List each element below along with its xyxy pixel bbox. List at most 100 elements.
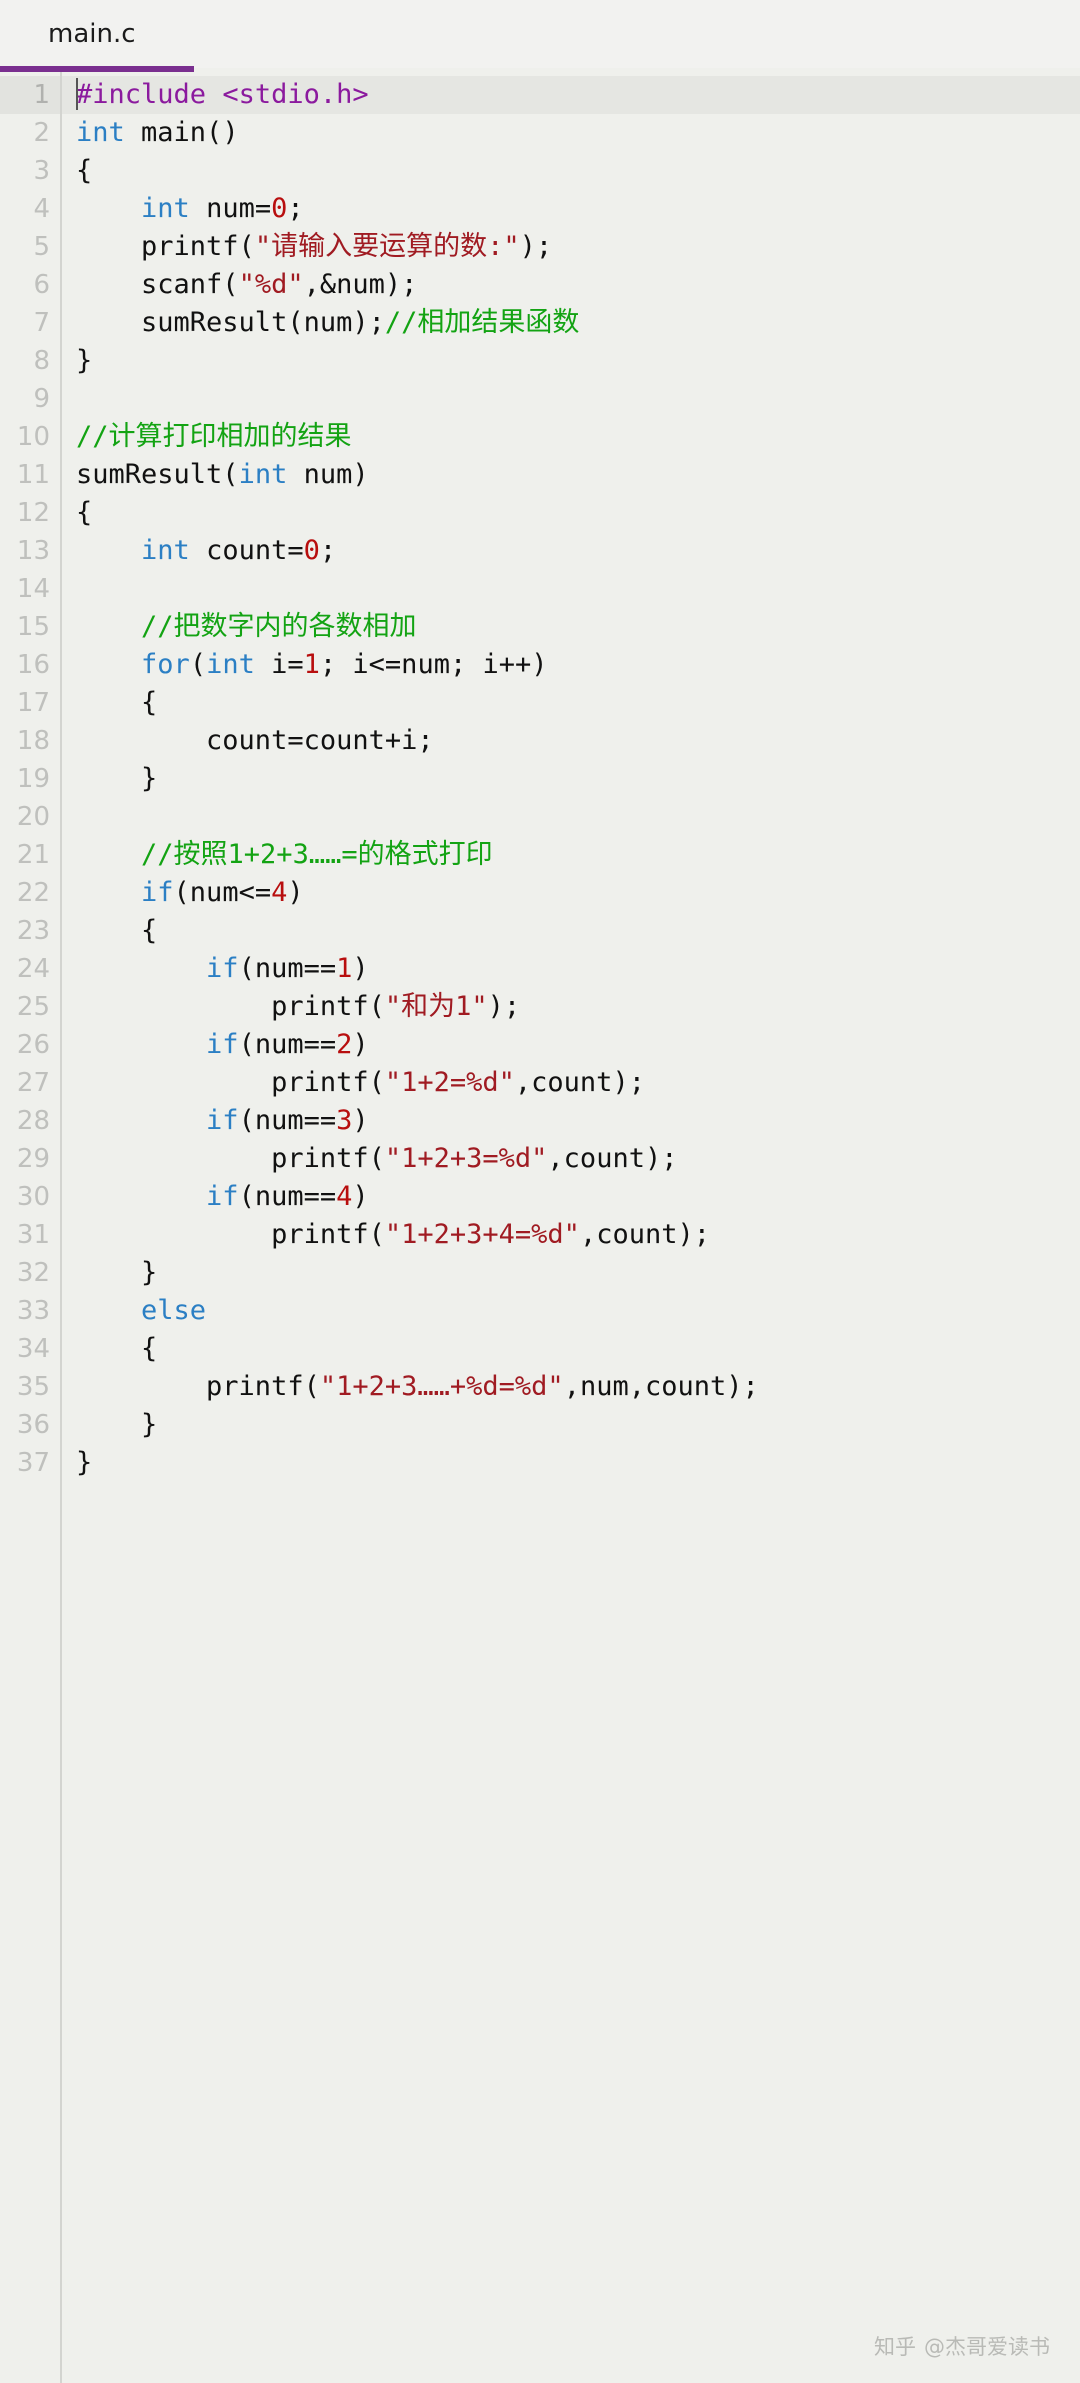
code-token: }: [76, 345, 93, 376]
line-number: 6: [33, 270, 50, 300]
code-token: (: [189, 649, 207, 680]
code-token: 0: [303, 535, 320, 566]
code-token: sumResult(num);: [76, 307, 385, 338]
code-token: );: [487, 991, 521, 1022]
code-line[interactable]: {: [76, 494, 1080, 532]
watermark: 知乎 @杰哥爱读书: [874, 2331, 1050, 2361]
code-line[interactable]: int num=0;: [76, 190, 1080, 228]
code-token: count=count+i;: [76, 725, 434, 756]
code-token: 2: [336, 1029, 353, 1060]
tab-label: main.c: [48, 19, 136, 49]
tab-bar-left-pad: [0, 0, 30, 68]
code-line[interactable]: //按照1+2+3……=的格式打印: [76, 836, 1080, 874]
line-number: 8: [33, 346, 50, 376]
code-line[interactable]: [76, 570, 1080, 608]
tab-main-c[interactable]: main.c: [30, 0, 162, 68]
line-number: 27: [16, 1068, 50, 1098]
code-token: ): [352, 1029, 369, 1060]
line-number: 32: [16, 1258, 50, 1288]
code-line[interactable]: //计算打印相加的结果: [76, 418, 1080, 456]
code-token: count=: [189, 535, 304, 566]
code-line[interactable]: if(num==1): [76, 950, 1080, 988]
code-token: <stdio.h>: [222, 79, 369, 110]
code-token: 1: [303, 649, 320, 680]
code-line[interactable]: printf("1+2+3+4=%d",count);: [76, 1216, 1080, 1254]
code-token: {: [76, 915, 158, 946]
code-token: 4: [336, 1181, 353, 1212]
code-token: ,num,count);: [563, 1371, 759, 1402]
code-token: printf(: [76, 1143, 385, 1174]
code-line[interactable]: int main(): [76, 114, 1080, 152]
code-token: 0: [271, 193, 288, 224]
line-number: 4: [33, 194, 50, 224]
code-line[interactable]: if(num==3): [76, 1102, 1080, 1140]
code-line[interactable]: if(num==4): [76, 1178, 1080, 1216]
code-token: }: [76, 1447, 93, 1478]
line-number: 10: [16, 422, 50, 452]
code-token: int: [76, 117, 125, 148]
code-editor[interactable]: 1 2 3 4 5 6 7 8 9 10 11 12 13 14 15 16 17 18 19 20 21 22 23 24 2…: [0, 72, 1080, 2383]
line-number: 31: [16, 1220, 50, 1250]
code-token: num=: [189, 193, 272, 224]
line-number: 15: [16, 612, 50, 642]
code-area[interactable]: #include <stdio.h> int main(){ int num=0;…: [62, 72, 1080, 2383]
code-token: ,&num);: [303, 269, 418, 300]
code-line[interactable]: //把数字内的各数相加: [76, 608, 1080, 646]
code-line[interactable]: [76, 798, 1080, 836]
code-line[interactable]: sumResult(int num): [76, 456, 1080, 494]
code-line[interactable]: scanf("%d",&num);: [76, 266, 1080, 304]
code-line[interactable]: {: [76, 152, 1080, 190]
code-line[interactable]: count=count+i;: [76, 722, 1080, 760]
code-token: if: [206, 1029, 239, 1060]
code-line[interactable]: }: [76, 342, 1080, 380]
code-token: printf(: [76, 231, 255, 262]
line-number: 9: [33, 384, 50, 414]
line-number: 20: [16, 802, 50, 832]
code-line[interactable]: printf("请输入要运算的数:");: [76, 228, 1080, 266]
line-number: 25: [16, 992, 50, 1022]
code-line[interactable]: }: [76, 760, 1080, 798]
tab-bar: main.c: [0, 0, 1080, 72]
code-token: if: [206, 953, 239, 984]
code-line[interactable]: }: [76, 1254, 1080, 1292]
code-token: }: [76, 763, 158, 794]
code-line[interactable]: {: [76, 684, 1080, 722]
code-token: #include: [76, 79, 223, 110]
code-line[interactable]: }: [76, 1406, 1080, 1444]
line-number: 14: [16, 574, 50, 604]
code-token: //计算打印相加的结果: [76, 421, 352, 452]
code-token: );: [519, 231, 553, 262]
code-line[interactable]: printf("1+2=%d",count);: [76, 1064, 1080, 1102]
code-token: printf(: [76, 1219, 385, 1250]
code-line[interactable]: {: [76, 912, 1080, 950]
code-token: printf(: [76, 991, 385, 1022]
line-number: 30: [16, 1182, 50, 1212]
line-number: 29: [16, 1144, 50, 1174]
code-line[interactable]: printf("和为1");: [76, 988, 1080, 1026]
code-token: if: [206, 1105, 239, 1136]
line-number: 33: [16, 1296, 50, 1326]
code-line[interactable]: [76, 380, 1080, 418]
code-line[interactable]: printf("1+2+3=%d",count);: [76, 1140, 1080, 1178]
code-line[interactable]: if(num==2): [76, 1026, 1080, 1064]
line-number: 3: [33, 156, 50, 186]
code-line[interactable]: int count=0;: [76, 532, 1080, 570]
code-line[interactable]: else: [76, 1292, 1080, 1330]
code-line[interactable]: #include <stdio.h>: [62, 76, 1080, 114]
code-line[interactable]: }: [76, 1444, 1080, 1482]
code-token: int: [206, 649, 255, 680]
code-line[interactable]: {: [76, 1330, 1080, 1368]
code-line[interactable]: sumResult(num);//相加结果函数: [76, 304, 1080, 342]
code-line[interactable]: for(int i=1; i<=num; i++): [76, 646, 1080, 684]
code-token: "1+2=%d": [384, 1067, 515, 1098]
line-number: 34: [16, 1334, 50, 1364]
code-line[interactable]: if(num<=4): [76, 874, 1080, 912]
code-line[interactable]: printf("1+2+3……+%d=%d",num,count);: [76, 1368, 1080, 1406]
code-token: ): [287, 877, 304, 908]
